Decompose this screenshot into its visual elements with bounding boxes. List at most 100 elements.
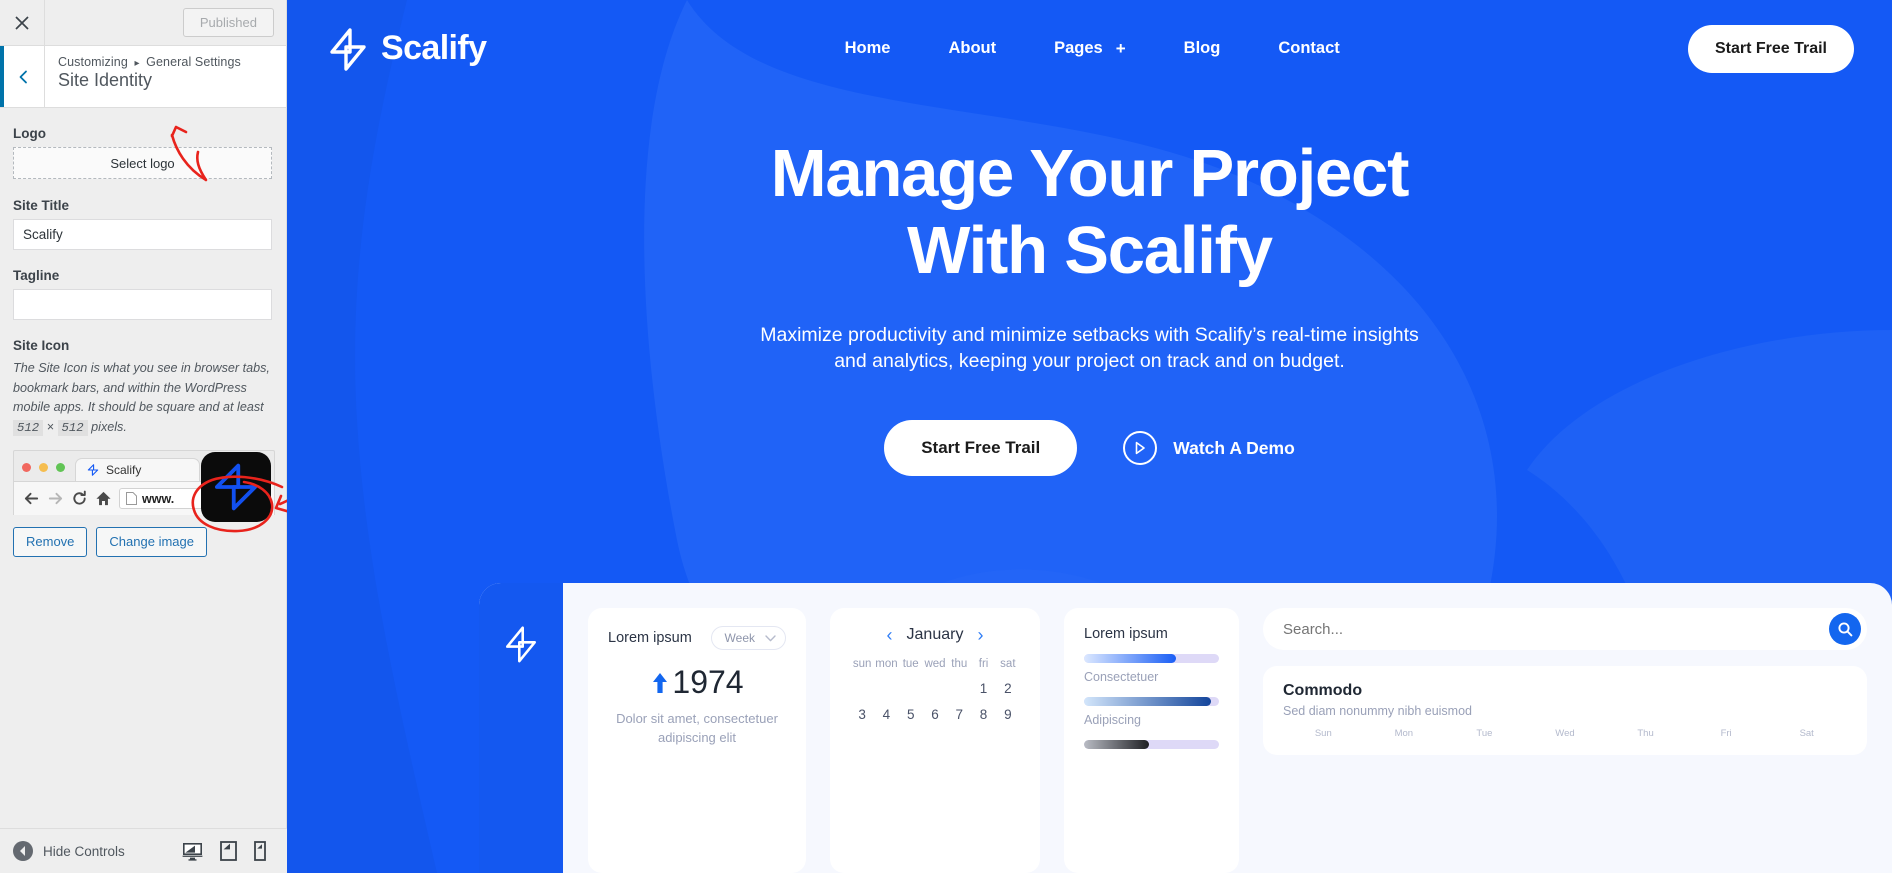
device-desktop-icon[interactable]: [182, 842, 203, 861]
site-icon-desc-a: The Site Icon is what you see in browser…: [13, 361, 270, 414]
hide-controls-button[interactable]: Hide Controls: [13, 841, 125, 861]
dashboard-content: Lorem ipsum Week 1974 Dolor sit amet, co…: [563, 583, 1892, 873]
site-icon-image: [201, 452, 271, 522]
calendar-day[interactable]: [850, 681, 874, 696]
site-icon-desc-c: pixels.: [91, 419, 127, 434]
nav-item-about[interactable]: About: [948, 39, 996, 58]
commodo-card-subtitle: Sed diam nonummy nibh euismod: [1283, 704, 1472, 718]
calendar-day[interactable]: 5: [899, 707, 923, 722]
dashboard-sidebar: [479, 583, 563, 873]
commodo-card: Commodo Sed diam nonummy nibh euismod Su…: [1263, 666, 1867, 755]
calendar-prev-icon[interactable]: ‹: [887, 626, 893, 644]
hero-start-free-trial-button[interactable]: Start Free Trail: [884, 420, 1078, 476]
close-icon[interactable]: [0, 0, 45, 45]
tagline-input[interactable]: [13, 289, 272, 320]
tagline-control: Tagline: [13, 268, 272, 320]
calendar-day[interactable]: 3: [850, 707, 874, 722]
logo-control: Logo Select logo: [13, 126, 272, 179]
dashboard-mockup: Lorem ipsum Week 1974 Dolor sit amet, co…: [479, 583, 1892, 873]
device-mobile-icon[interactable]: [254, 841, 266, 861]
calendar-dow: sat: [1000, 658, 1016, 670]
search-box[interactable]: [1263, 608, 1867, 650]
nav-item-pages-label: Pages: [1054, 39, 1103, 57]
calendar-month: January: [906, 626, 964, 643]
progress-bar-fill: [1084, 740, 1149, 749]
calendar-dow: mon: [875, 658, 898, 670]
publish-button[interactable]: Published: [182, 8, 274, 37]
nav-item-blog[interactable]: Blog: [1184, 39, 1221, 58]
device-tablet-icon[interactable]: [220, 841, 237, 861]
customizer-titles: Customizing ▸ General Settings Site Iden…: [45, 46, 241, 107]
change-image-button[interactable]: Change image: [96, 527, 207, 557]
site-icon-preview: Scalify www.: [13, 450, 275, 522]
customizer-screen: Published Customizing ▸ General Settings…: [0, 0, 1892, 873]
calendar-day[interactable]: [899, 681, 923, 696]
breadcrumb-separator-icon: ▸: [134, 58, 140, 69]
calendar-next-icon[interactable]: ›: [977, 626, 983, 644]
calendar-grid: sun mon tue wed thu fri sat 1 2 3 4 5 6 …: [850, 658, 1020, 722]
calendar-day[interactable]: 8: [971, 707, 995, 722]
calendar-day[interactable]: 1: [971, 681, 995, 696]
calendar-day[interactable]: 2: [996, 681, 1020, 696]
hero-title-line1: Manage Your Project: [770, 136, 1410, 211]
site-icon-label: Site Icon: [13, 338, 70, 353]
customizer-footer: Hide Controls: [0, 828, 287, 873]
site-title-input[interactable]: [13, 219, 272, 250]
search-input[interactable]: [1283, 620, 1829, 638]
calendar-day[interactable]: [923, 681, 947, 696]
nav-item-about-label: About: [948, 39, 997, 57]
scalify-logo-icon: [330, 27, 366, 71]
site-icon-actions: Remove Change image: [13, 527, 272, 557]
collapse-left-icon: [13, 841, 33, 861]
window-maximize-dot-icon: [56, 463, 65, 472]
commodo-calendar-dow-row: Sun Mon Tue Wed Thu Fri Sat: [1283, 728, 1847, 739]
breadcrumb: Customizing ▸ General Settings: [58, 55, 241, 69]
site-icon-dim-sep: ×: [46, 419, 54, 434]
progress-bar-track: [1084, 697, 1219, 706]
chevron-left-icon[interactable]: [0, 46, 45, 107]
stat-card-title: Lorem ipsum: [608, 630, 692, 646]
calendar-day[interactable]: 4: [874, 707, 898, 722]
select-logo-button[interactable]: Select logo: [13, 147, 272, 179]
hero-subtitle: Maximize productivity and minimize setba…: [760, 324, 1419, 372]
favicon-icon: [86, 463, 100, 477]
home-icon: [95, 490, 112, 507]
hero-title-line2: With Scalify: [907, 213, 1273, 288]
commodo-dow: Wed: [1555, 728, 1575, 739]
progress-bar-fill: [1084, 654, 1176, 663]
chevron-down-icon: [765, 634, 776, 641]
stat-card-value-row: 1974: [608, 664, 786, 701]
calendar-day[interactable]: [947, 681, 971, 696]
customizer-sidebar: Published Customizing ▸ General Settings…: [0, 0, 287, 873]
nav-item-pages[interactable]: Pages +: [1054, 39, 1126, 59]
nav-item-contact-label: Contact: [1278, 39, 1340, 57]
breadcrumb-root[interactable]: Customizing: [58, 55, 128, 69]
browser-url-text: www.: [142, 491, 175, 506]
calendar-day[interactable]: 6: [923, 707, 947, 722]
remove-button[interactable]: Remove: [13, 527, 88, 557]
reload-icon: [71, 490, 88, 507]
calendar-day[interactable]: 7: [947, 707, 971, 722]
nav-links: Home About Pages + Blog Contact: [835, 39, 1340, 59]
window-close-dot-icon: [22, 463, 31, 472]
commodo-dow: Sun: [1314, 728, 1332, 739]
commodo-dow: Sat: [1799, 728, 1814, 739]
nav-start-free-trial-button[interactable]: Start Free Trail: [1687, 24, 1854, 73]
site-logo[interactable]: Scalify: [327, 25, 487, 73]
breadcrumb-section[interactable]: General Settings: [146, 55, 241, 69]
calendar-day[interactable]: [874, 681, 898, 696]
customizer-panel-header: Customizing ▸ General Settings Site Iden…: [0, 46, 286, 108]
site-icon-description: The Site Icon is what you see in browser…: [13, 359, 272, 438]
calendar-day[interactable]: 9: [996, 707, 1020, 722]
watch-demo-button[interactable]: Watch A Demo: [1123, 431, 1295, 465]
brand-name: Scalify: [381, 29, 487, 67]
hero-title: Manage Your Project With Scalify: [287, 135, 1892, 289]
nav-item-home[interactable]: Home: [845, 39, 891, 58]
watch-demo-label: Watch A Demo: [1173, 437, 1295, 458]
search-button[interactable]: [1829, 613, 1861, 645]
window-minimize-dot-icon: [39, 463, 48, 472]
calendar-dow: tue: [902, 658, 919, 670]
stat-range-select[interactable]: Week: [710, 626, 786, 650]
nav-item-contact[interactable]: Contact: [1278, 39, 1339, 58]
site-icon-dim-height: 512: [57, 419, 88, 436]
